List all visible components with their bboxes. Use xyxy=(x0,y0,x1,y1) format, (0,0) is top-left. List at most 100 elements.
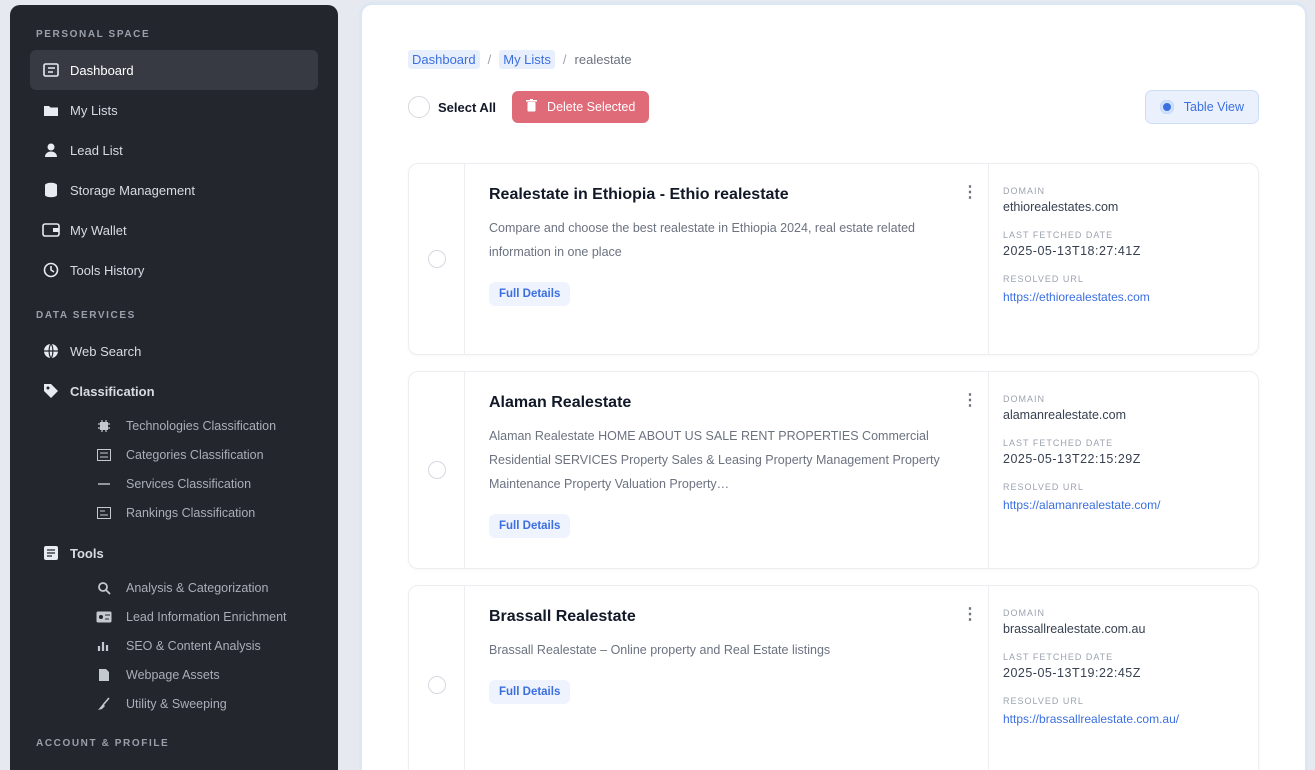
sidebar-item-dashboard[interactable]: Dashboard xyxy=(30,50,318,90)
more-options-icon[interactable]: ⋮ xyxy=(962,390,978,410)
sidebar-item-storage[interactable]: Storage Management xyxy=(30,170,318,210)
sidebar-item-tools[interactable]: Tools xyxy=(30,533,318,573)
card-meta: DOMAIN ethiorealestates.com LAST FETCHED… xyxy=(988,164,1258,354)
select-all[interactable]: Select All xyxy=(408,96,496,118)
sub-item-label: SEO & Content Analysis xyxy=(126,638,261,653)
delete-selected-button[interactable]: Delete Selected xyxy=(512,91,650,123)
toolbox-icon xyxy=(42,544,60,562)
list-item: Alaman Realestate Alaman Realestate HOME… xyxy=(408,371,1259,569)
toolbar: Select All Delete Selected Table View xyxy=(408,90,1259,124)
table-view-button[interactable]: Table View xyxy=(1144,90,1259,124)
folder-icon xyxy=(42,101,60,119)
last-fetched-label: LAST FETCHED DATE xyxy=(1003,652,1114,662)
dash-icon xyxy=(96,476,112,492)
card-select xyxy=(409,586,465,770)
list-icon xyxy=(96,447,112,463)
sidebar-item-label: Dashboard xyxy=(70,62,134,78)
ranking-icon xyxy=(96,505,112,521)
sidebar-item-label: Web Search xyxy=(70,343,142,359)
sub-item-label: Rankings Classification xyxy=(126,505,256,520)
sub-item-utility[interactable]: Utility & Sweeping xyxy=(30,689,318,718)
full-details-button[interactable]: Full Details xyxy=(489,282,571,306)
table-view-label: Table View xyxy=(1183,100,1244,114)
sidebar-item-my-lists[interactable]: My Lists xyxy=(30,90,318,130)
breadcrumb-separator: / xyxy=(562,51,567,67)
sub-item-rankings[interactable]: Rankings Classification xyxy=(30,498,318,527)
sidebar-item-wallet[interactable]: My Wallet xyxy=(30,210,318,250)
history-icon xyxy=(42,261,60,279)
card-body: Realestate in Ethiopia - Ethio realestat… xyxy=(465,164,988,354)
card-description: Brassall Realestate – Online property an… xyxy=(489,643,831,657)
section-label-data-services: DATA SERVICES xyxy=(36,310,136,321)
sidebar-item-classification[interactable]: Classification xyxy=(30,371,318,411)
database-icon xyxy=(42,181,60,199)
last-fetched-label: LAST FETCHED DATE xyxy=(1003,230,1114,240)
last-fetched-value: 2025-05-13T22:15:29Z xyxy=(1003,452,1141,466)
sub-item-services[interactable]: Services Classification xyxy=(30,469,318,498)
card-description: Compare and choose the best realestate i… xyxy=(489,221,915,259)
full-details-button[interactable]: Full Details xyxy=(489,514,571,538)
sidebar-item-tools-history[interactable]: Tools History xyxy=(30,250,318,290)
file-icon xyxy=(96,667,112,683)
breadcrumb-dashboard[interactable]: Dashboard xyxy=(408,49,480,69)
resolved-url-label: RESOLVED URL xyxy=(1003,696,1084,706)
card-select xyxy=(409,372,465,568)
card-title: Alaman Realestate xyxy=(489,394,632,411)
more-options-icon[interactable]: ⋮ xyxy=(962,182,978,202)
sub-item-label: Services Classification xyxy=(126,476,252,491)
card-checkbox[interactable] xyxy=(427,676,446,694)
sub-item-categories[interactable]: Categories Classification xyxy=(30,440,318,469)
id-card-icon xyxy=(96,609,112,625)
sidebar-item-label: My Wallet xyxy=(70,222,127,238)
more-options-icon[interactable]: ⋮ xyxy=(962,604,978,624)
sidebar-item-label: Classification xyxy=(70,383,155,399)
resolved-url-link[interactable]: https://alamanrealestate.com/ xyxy=(1003,498,1244,512)
broom-icon xyxy=(96,696,112,712)
list-item: Brassall Realestate Brassall Realestate … xyxy=(408,585,1259,770)
card-checkbox[interactable] xyxy=(427,250,446,268)
full-details-button[interactable]: Full Details xyxy=(489,680,571,704)
sub-item-technologies[interactable]: Technologies Classification xyxy=(30,411,318,440)
sidebar-item-label: Lead List xyxy=(70,142,123,158)
card-title: Realestate in Ethiopia - Ethio realestat… xyxy=(489,186,789,203)
list-item: Realestate in Ethiopia - Ethio realestat… xyxy=(408,163,1259,355)
card-body: Alaman Realestate Alaman Realestate HOME… xyxy=(465,372,988,568)
cpu-icon xyxy=(96,418,112,434)
search-icon xyxy=(96,580,112,596)
sub-item-webpage-assets[interactable]: Webpage Assets xyxy=(30,660,318,689)
resolved-url-label: RESOLVED URL xyxy=(1003,482,1084,492)
breadcrumb-separator: / xyxy=(487,51,492,67)
resolved-url-link[interactable]: https://ethiorealestates.com xyxy=(1003,290,1244,304)
sidebar-item-web-search[interactable]: Web Search xyxy=(30,331,318,371)
wallet-icon xyxy=(42,221,60,239)
card-select xyxy=(409,164,465,354)
resolved-url-link[interactable]: https://brassallrealestate.com.au/ xyxy=(1003,712,1244,726)
domain-value: brassallrealestate.com.au xyxy=(1003,622,1146,636)
domain-label: DOMAIN xyxy=(1003,608,1045,618)
sub-item-label: Analysis & Categorization xyxy=(126,580,269,595)
breadcrumb-my-lists[interactable]: My Lists xyxy=(499,49,555,69)
sub-item-label: Utility & Sweeping xyxy=(126,696,227,711)
card-description: Alaman Realestate HOME ABOUT US SALE REN… xyxy=(489,429,940,491)
sub-item-label: Technologies Classification xyxy=(126,418,277,433)
card-title: Brassall Realestate xyxy=(489,608,636,625)
domain-label: DOMAIN xyxy=(1003,186,1045,196)
sub-item-lead-enrichment[interactable]: Lead Information Enrichment xyxy=(30,602,318,631)
sub-item-seo[interactable]: SEO & Content Analysis xyxy=(30,631,318,660)
sub-item-label: Categories Classification xyxy=(126,447,264,462)
select-all-checkbox[interactable] xyxy=(408,96,430,118)
breadcrumb-current: realestate xyxy=(574,51,632,67)
trash-icon xyxy=(526,99,538,115)
last-fetched-value: 2025-05-13T18:27:41Z xyxy=(1003,244,1141,258)
sidebar-item-label: My Lists xyxy=(70,102,118,118)
card-checkbox[interactable] xyxy=(427,461,446,479)
globe-icon xyxy=(42,342,60,360)
sub-item-analysis[interactable]: Analysis & Categorization xyxy=(30,573,318,602)
sidebar-item-lead-list[interactable]: Lead List xyxy=(30,130,318,170)
domain-value: ethiorealestates.com xyxy=(1003,200,1119,214)
chart-icon xyxy=(96,638,112,654)
section-label-account: ACCOUNT & PROFILE xyxy=(36,738,170,749)
tag-icon xyxy=(42,382,60,400)
last-fetched-value: 2025-05-13T19:22:45Z xyxy=(1003,666,1141,680)
card-list: Realestate in Ethiopia - Ethio realestat… xyxy=(408,163,1259,770)
